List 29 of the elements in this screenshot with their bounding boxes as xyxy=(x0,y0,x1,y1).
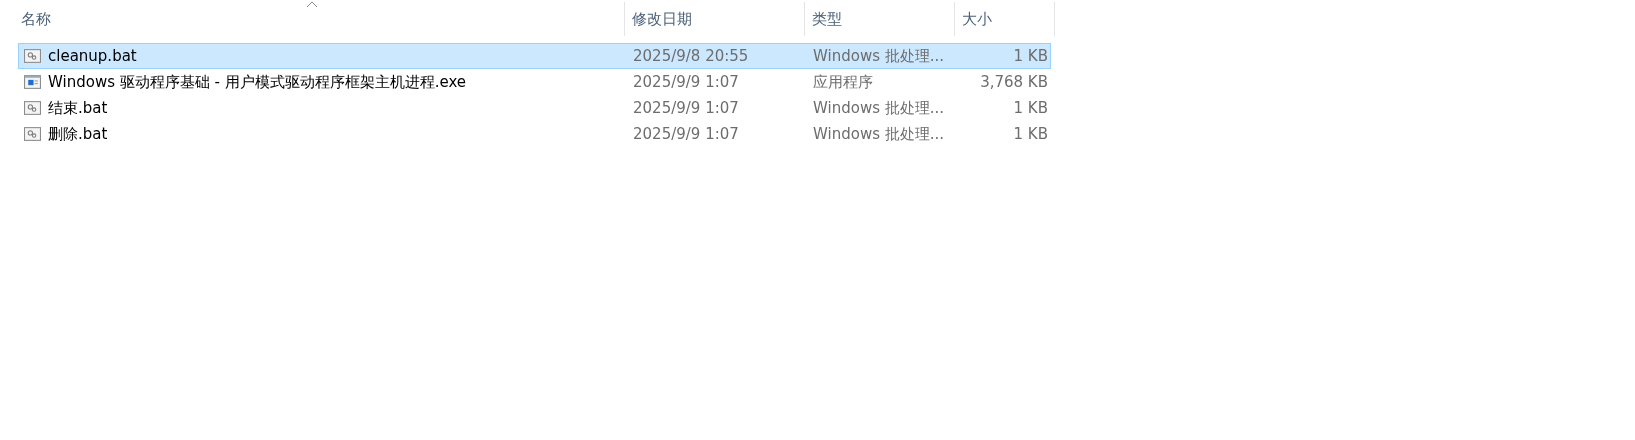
file-name: cleanup.bat xyxy=(48,47,137,65)
batch-file-icon xyxy=(24,126,41,142)
file-name: Windows 驱动程序基础 - 用户模式驱动程序框架主机进程.exe xyxy=(48,72,467,92)
file-type: Windows 批处理... xyxy=(812,46,946,66)
file-name: 结束.bat xyxy=(48,98,108,118)
file-type: 应用程序 xyxy=(812,72,874,92)
modified-date: 2025/9/9 1:07 xyxy=(632,73,740,91)
file-size: 1 KB xyxy=(1012,125,1049,143)
column-header[interactable]: 类型 xyxy=(805,2,955,36)
file-size: 1 KB xyxy=(1012,99,1049,117)
batch-file-icon xyxy=(24,100,41,116)
file-name: 删除.bat xyxy=(48,124,108,144)
file-type: Windows 批处理... xyxy=(812,98,946,118)
column-header[interactable]: 修改日期 xyxy=(625,2,805,36)
chevron-up-icon xyxy=(306,1,318,8)
file-size: 1 KB xyxy=(1012,47,1049,65)
file-row[interactable]: 删除.bat 2025/9/9 1:07 Windows 批处理... 1 KB xyxy=(18,121,1051,147)
file-type: Windows 批处理... xyxy=(812,124,946,144)
file-row[interactable]: 结束.bat 2025/9/9 1:07 Windows 批处理... 1 KB xyxy=(18,95,1051,121)
modified-date: 2025/9/8 20:55 xyxy=(632,47,750,65)
file-size: 3,768 KB xyxy=(979,73,1049,91)
column-header[interactable]: 名称 xyxy=(0,2,625,36)
file-row[interactable]: Windows 驱动程序基础 - 用户模式驱动程序框架主机进程.exe 2025/9/9 1:07 应用程序 3,768 KB xyxy=(18,69,1051,95)
file-row[interactable]: cleanup.bat 2025/9/8 20:55 Windows 批处理... 1 KB xyxy=(18,43,1051,69)
batch-file-icon xyxy=(24,48,41,64)
application-icon xyxy=(24,74,41,90)
modified-date: 2025/9/9 1:07 xyxy=(632,125,740,143)
column-header[interactable]: 大小 xyxy=(955,2,1055,36)
modified-date: 2025/9/9 1:07 xyxy=(632,99,740,117)
